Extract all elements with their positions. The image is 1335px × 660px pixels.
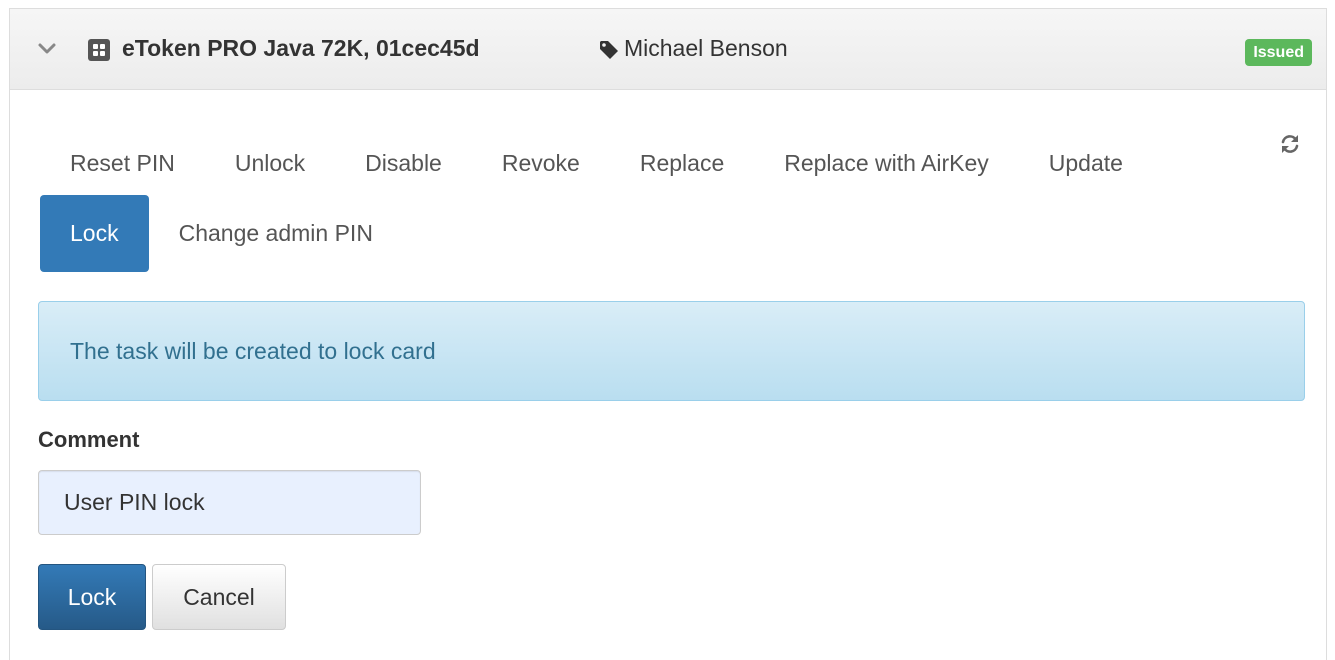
refresh-icon[interactable] <box>1279 133 1301 155</box>
action-unlock[interactable]: Unlock <box>205 125 335 202</box>
info-alert: The task will be created to lock card <box>38 301 1305 401</box>
smartcard-icon <box>88 39 110 61</box>
action-lock[interactable]: Lock <box>40 195 149 272</box>
action-reset-pin[interactable]: Reset PIN <box>40 125 205 202</box>
chevron-down-icon[interactable] <box>35 37 59 61</box>
action-update[interactable]: Update <box>1019 125 1153 202</box>
cancel-button[interactable]: Cancel <box>152 564 286 630</box>
comment-input[interactable] <box>38 470 421 535</box>
action-replace[interactable]: Replace <box>610 125 754 202</box>
tag-icon <box>600 41 618 59</box>
action-revoke[interactable]: Revoke <box>472 125 610 202</box>
action-disable[interactable]: Disable <box>335 125 472 202</box>
actions-row-1: Reset PIN Unlock Disable Revoke Replace … <box>40 125 1153 202</box>
owner-name: Michael Benson <box>624 35 788 61</box>
comment-label: Comment <box>38 427 140 452</box>
token-panel: eToken PRO Java 72K, 01cec45d Michael Be… <box>9 8 1327 660</box>
actions-row-2: Lock Change admin PIN <box>40 195 403 272</box>
status-badge: Issued <box>1245 39 1312 66</box>
action-replace-with-airkey[interactable]: Replace with AirKey <box>754 125 1019 202</box>
panel-heading[interactable]: eToken PRO Java 72K, 01cec45d Michael Be… <box>10 9 1326 90</box>
action-change-admin-pin[interactable]: Change admin PIN <box>149 195 403 272</box>
lock-button[interactable]: Lock <box>38 564 146 630</box>
token-title: eToken PRO Java 72K, 01cec45d <box>122 35 480 61</box>
